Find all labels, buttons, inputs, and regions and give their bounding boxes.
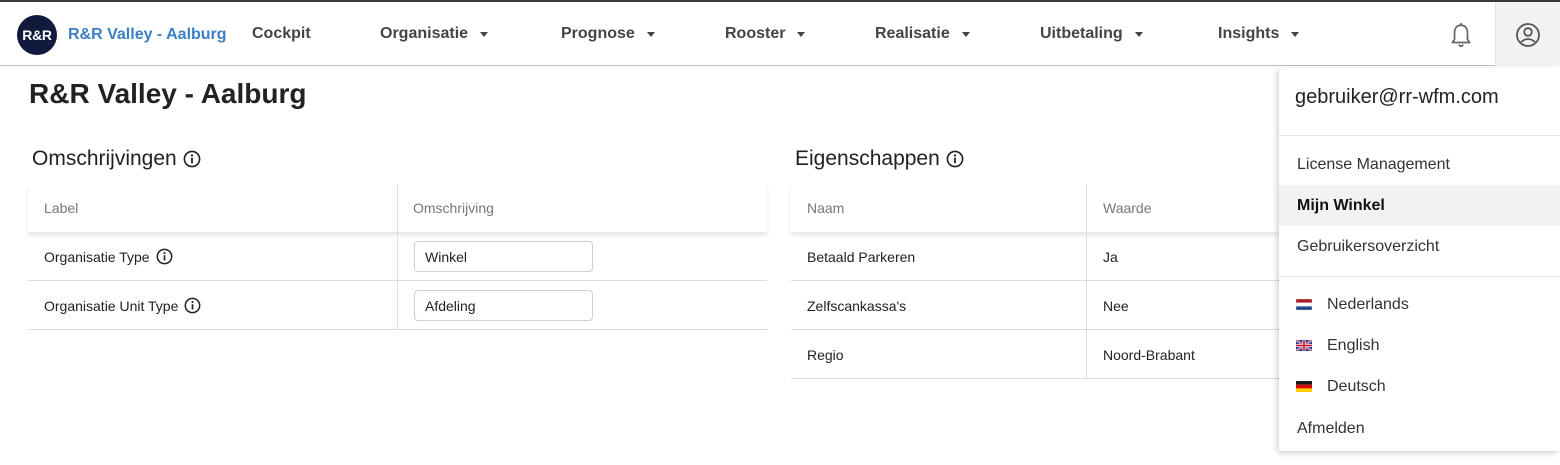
user-dropdown: gebruiker@rr-wfm.com License Management … [1279, 68, 1560, 451]
row-name: Betaald Parkeren [807, 248, 916, 265]
row-value: Winkel [414, 232, 593, 281]
caret-down-icon [1134, 31, 1143, 37]
row-value: Afdeling [414, 281, 593, 330]
menu-mijn-winkel-label: Mijn Winkel [1297, 196, 1385, 214]
caret-down-icon [480, 31, 489, 37]
navbar: R&R R&R Valley - Aalburg Cockpit Organis… [0, 2, 1560, 66]
user-menu-button[interactable] [1495, 2, 1560, 66]
flag-uk-icon [1296, 340, 1312, 351]
row-name: Regio [807, 346, 844, 363]
language-nederlands[interactable]: Nederlands [1279, 284, 1560, 325]
info-icon[interactable] [184, 297, 201, 314]
caret-down-icon [961, 31, 970, 37]
omschrijvingen-table: Label Omschrijving Organisatie Type Wink… [28, 184, 767, 330]
menu-afmelden-label: Afmelden [1297, 419, 1365, 437]
language-nederlands-label: Nederlands [1327, 295, 1409, 313]
row-label: Organisatie Unit Type [44, 281, 201, 330]
language-deutsch-label: Deutsch [1327, 377, 1386, 395]
language-english-label: English [1327, 336, 1380, 354]
omschrijvingen-title: Omschrijvingen [32, 147, 201, 171]
caret-down-icon [797, 31, 806, 37]
menu-afmelden[interactable]: Afmelden [1279, 408, 1560, 449]
flag-nl-icon [1296, 299, 1312, 310]
table-row: Regio Noord-Brabant [791, 330, 1279, 379]
dropdown-divider [1279, 276, 1560, 277]
menu-mijn-winkel[interactable]: Mijn Winkel [1279, 185, 1560, 226]
organisatie-unit-type-input[interactable]: Afdeling [414, 290, 593, 321]
organisatie-type-input[interactable]: Winkel [414, 241, 593, 272]
nav-cockpit-label: Cockpit [252, 25, 311, 42]
omschrijvingen-title-text: Omschrijvingen [32, 147, 177, 170]
header-label: Label [44, 200, 79, 216]
menu-gebruikersoverzicht-label: Gebruikersoverzicht [1297, 237, 1440, 255]
row-name: Zelfscankassa's [807, 297, 907, 314]
eigenschappen-table: Naam Waarde Betaald Parkeren Ja Zelfscan… [791, 184, 1279, 379]
header-naam: Naam [807, 200, 845, 216]
menu-license-management-label: License Management [1297, 155, 1450, 173]
row-value: Noord-Brabant [1103, 346, 1195, 363]
nav-uitbetaling-label: Uitbetaling [1040, 25, 1123, 42]
header-omschrijving: Omschrijving [413, 200, 494, 216]
menu-license-management[interactable]: License Management [1279, 144, 1560, 185]
nav-insights-label: Insights [1218, 25, 1280, 42]
nav-prognose[interactable]: Prognose [561, 25, 655, 43]
info-icon[interactable] [946, 150, 964, 168]
caret-down-icon [1291, 31, 1300, 37]
row-value: Nee [1103, 297, 1129, 314]
language-deutsch[interactable]: Deutsch [1279, 366, 1560, 407]
nav-realisatie-label: Realisatie [875, 25, 950, 42]
info-icon[interactable] [156, 248, 173, 265]
row-value: Ja [1103, 248, 1118, 265]
row-label-text: Organisatie Type [44, 248, 150, 265]
user-circle-icon [1516, 23, 1540, 47]
nav-rooster-label: Rooster [725, 25, 786, 42]
eigenschappen-title: Eigenschappen [795, 147, 964, 171]
eigenschappen-title-text: Eigenschappen [795, 147, 940, 170]
menu-gebruikersoverzicht[interactable]: Gebruikersoverzicht [1279, 226, 1560, 267]
user-email: gebruiker@rr-wfm.com [1295, 86, 1499, 108]
dropdown-divider [1279, 135, 1560, 136]
nav-cockpit[interactable]: Cockpit [252, 25, 311, 43]
logo[interactable]: R&R [17, 15, 57, 55]
brand-name[interactable]: R&R Valley - Aalburg [68, 26, 227, 44]
info-icon[interactable] [183, 150, 201, 168]
row-label-text: Organisatie Unit Type [44, 297, 179, 314]
table-row: Zelfscankassa's Nee [791, 281, 1279, 330]
table-row: Betaald Parkeren Ja [791, 232, 1279, 281]
table-header: Naam Waarde [791, 184, 1279, 232]
flag-de-icon [1296, 381, 1312, 392]
nav-organisatie-label: Organisatie [380, 25, 469, 42]
row-label: Organisatie Type [44, 232, 173, 281]
table-row: Organisatie Unit Type Afdeling [28, 281, 767, 330]
nav-rooster[interactable]: Rooster [725, 25, 806, 43]
nav-prognose-label: Prognose [561, 25, 635, 42]
nav-insights[interactable]: Insights [1218, 25, 1300, 43]
header-waarde: Waarde [1103, 200, 1152, 216]
caret-down-icon [646, 31, 655, 37]
nav-realisatie[interactable]: Realisatie [875, 25, 970, 43]
nav-uitbetaling[interactable]: Uitbetaling [1040, 25, 1143, 43]
language-english[interactable]: English [1279, 325, 1560, 366]
table-row: Organisatie Type Winkel [28, 232, 767, 281]
bell-icon[interactable] [1448, 22, 1474, 50]
page-title: R&R Valley - Aalburg [29, 78, 307, 109]
nav-organisatie[interactable]: Organisatie [380, 25, 489, 43]
